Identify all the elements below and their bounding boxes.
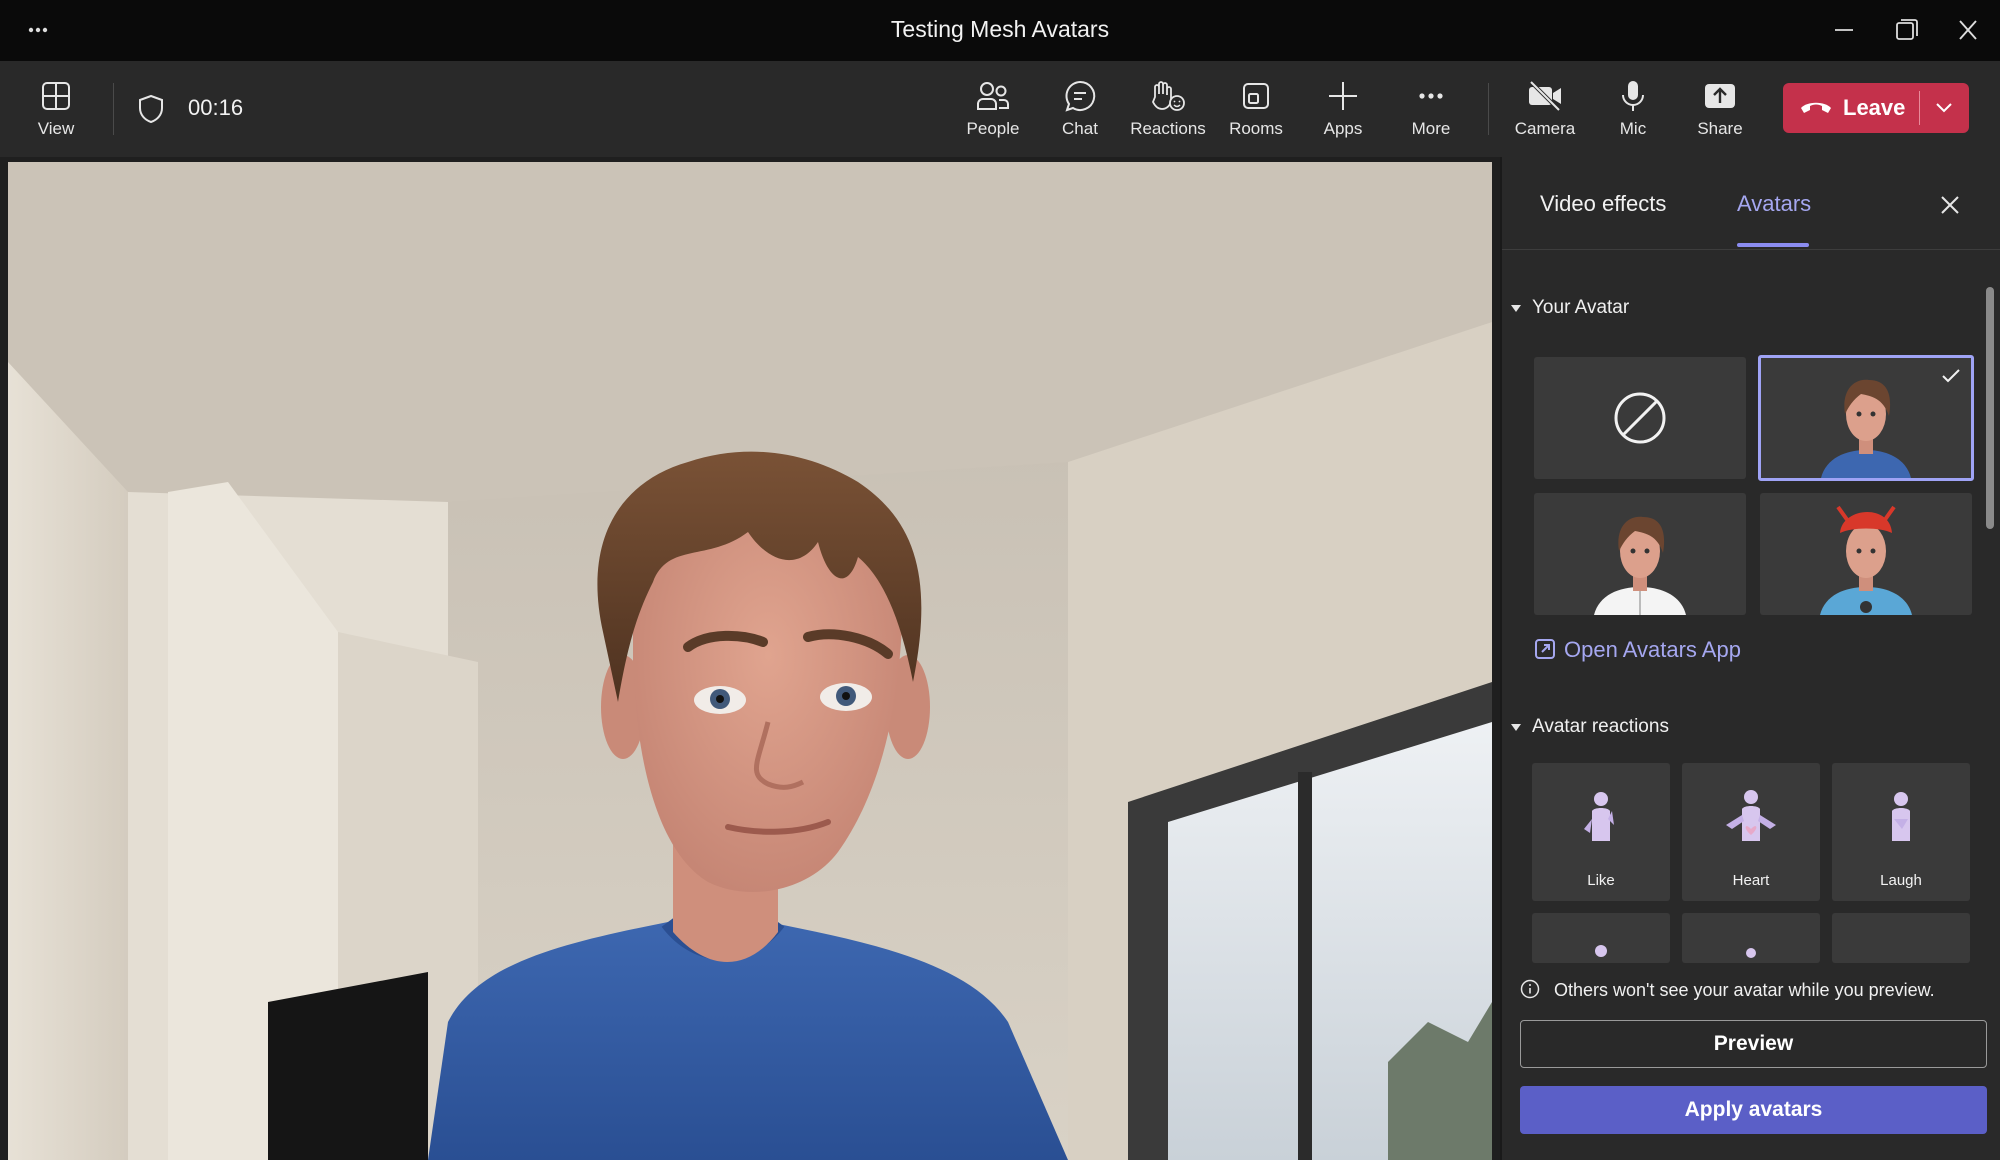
avatar-thumbnail — [1820, 505, 1912, 615]
reaction-like[interactable]: Like — [1532, 763, 1670, 901]
share-label: Share — [1697, 119, 1743, 138]
people-button[interactable]: People — [951, 75, 1035, 147]
chat-icon — [1065, 80, 1096, 112]
more-horizontal-icon[interactable] — [22, 14, 54, 46]
info-icon — [1520, 979, 1540, 999]
toolbar-divider — [113, 83, 114, 135]
figure-icon — [1595, 945, 1607, 957]
open-avatars-app-link[interactable]: Open Avatars App — [1534, 637, 1741, 663]
restore-icon[interactable] — [1886, 12, 1926, 48]
video-stage — [8, 162, 1492, 1160]
leave-options-button[interactable] — [1920, 83, 1969, 133]
tab-avatars[interactable]: Avatars — [1737, 191, 1811, 217]
meeting-toolbar: View 00:16 People Chat Reactions Rooms A… — [0, 61, 2000, 157]
avatar-thumbnail — [1594, 516, 1686, 615]
open-avatars-app-label: Open Avatars App — [1564, 637, 1741, 662]
avatar-reactions-heading: Avatar reactions — [1532, 716, 1669, 737]
active-tab-indicator — [1737, 243, 1809, 247]
people-label: People — [966, 119, 1020, 138]
mic-button[interactable]: Mic — [1591, 75, 1675, 147]
people-icon — [977, 82, 1009, 110]
rooms-button[interactable]: Rooms — [1214, 75, 1298, 147]
tab-divider — [1502, 249, 2000, 250]
more-horizontal-icon — [1419, 93, 1443, 99]
mic-label: Mic — [1619, 119, 1647, 138]
leave-button[interactable]: Leave — [1783, 83, 1919, 133]
avatar-tile-blue-shirt[interactable] — [1758, 355, 1974, 481]
apps-button[interactable]: Apps — [1301, 75, 1385, 147]
close-icon[interactable] — [1934, 189, 1966, 221]
caret-down-icon — [1511, 304, 1521, 312]
reaction-heart-label: Heart — [1732, 872, 1770, 889]
grid-icon — [42, 82, 70, 110]
leave-button-group: Leave — [1783, 83, 1969, 133]
avatar-tile-white-shirt[interactable] — [1534, 493, 1746, 615]
meeting-timer: 00:16 — [188, 95, 244, 120]
your-avatar-section-toggle[interactable]: Your Avatar — [1510, 297, 1629, 319]
reaction-laugh[interactable]: Laugh — [1832, 763, 1970, 901]
hang-up-icon — [1801, 102, 1831, 113]
raise-hand-emoji-icon — [1152, 81, 1185, 111]
more-label: More — [1411, 119, 1451, 138]
thumbs-up-figure-icon — [1584, 792, 1614, 841]
apply-avatars-button[interactable]: Apply avatars — [1520, 1086, 1987, 1134]
title-bar: Testing Mesh Avatars — [0, 0, 2000, 61]
share-screen-icon — [1705, 84, 1735, 108]
window-title: Testing Mesh Avatars — [890, 16, 1110, 42]
share-button[interactable]: Share — [1678, 75, 1762, 147]
prohibited-icon — [1614, 392, 1666, 444]
reaction-heart[interactable]: Heart — [1682, 763, 1820, 901]
shield-icon — [136, 93, 166, 130]
preview-info-message: Others won't see your avatar while you p… — [1520, 979, 1935, 1001]
chat-label: Chat — [1062, 119, 1098, 138]
tab-video-effects[interactable]: Video effects — [1540, 191, 1666, 217]
chat-button[interactable]: Chat — [1038, 75, 1122, 147]
reaction-tile-partial[interactable] — [1682, 913, 1820, 963]
rooms-label: Rooms — [1229, 119, 1283, 138]
preview-button[interactable]: Preview — [1520, 1020, 1987, 1068]
reaction-tile-partial[interactable] — [1532, 913, 1670, 963]
reactions-button[interactable]: Reactions — [1126, 75, 1210, 147]
avatar-thumbnail — [1821, 379, 1911, 478]
panel-scrollbar[interactable] — [1986, 287, 1994, 529]
close-icon[interactable] — [1948, 12, 1988, 48]
camera-off-icon — [1529, 80, 1561, 112]
caret-down-icon — [1511, 723, 1521, 731]
heart-figure-icon — [1726, 790, 1776, 841]
your-avatar-heading: Your Avatar — [1532, 297, 1630, 318]
teams-meeting-window: Testing Mesh Avatars View 00:16 People C… — [0, 0, 2000, 1160]
info-text: Others won't see your avatar while you p… — [1554, 980, 1935, 1000]
view-button[interactable]: View — [14, 75, 98, 147]
more-button[interactable]: More — [1389, 75, 1473, 147]
camera-label: Camera — [1514, 119, 1576, 138]
avatars-side-panel: Video effects Avatars Your Avatar Open A… — [1500, 157, 2000, 1160]
avatar-video-feed — [8, 162, 1492, 1160]
chevron-down-icon — [1936, 103, 1952, 113]
camera-button[interactable]: Camera — [1503, 75, 1587, 147]
toolbar-divider — [1488, 83, 1489, 135]
view-label: View — [37, 119, 75, 138]
rooms-icon — [1243, 83, 1269, 109]
avatar-tile-none[interactable] — [1534, 357, 1746, 479]
reaction-like-label: Like — [1587, 872, 1615, 889]
apps-label: Apps — [1323, 119, 1363, 138]
laugh-figure-icon — [1892, 792, 1910, 841]
avatar-tile-red-hat[interactable] — [1760, 493, 1972, 615]
reaction-laugh-label: Laugh — [1880, 872, 1922, 889]
leave-label: Leave — [1843, 95, 1906, 120]
open-external-icon — [1535, 639, 1555, 659]
avatar-reactions-section-toggle[interactable]: Avatar reactions — [1510, 716, 1669, 738]
minimize-icon[interactable] — [1824, 12, 1864, 48]
figure-icon — [1746, 948, 1756, 958]
reaction-tile-partial[interactable] — [1832, 913, 1970, 963]
checkmark-icon — [1942, 369, 1960, 383]
reactions-label: Reactions — [1130, 119, 1206, 138]
microphone-icon — [1622, 81, 1644, 111]
plus-icon — [1329, 82, 1357, 110]
